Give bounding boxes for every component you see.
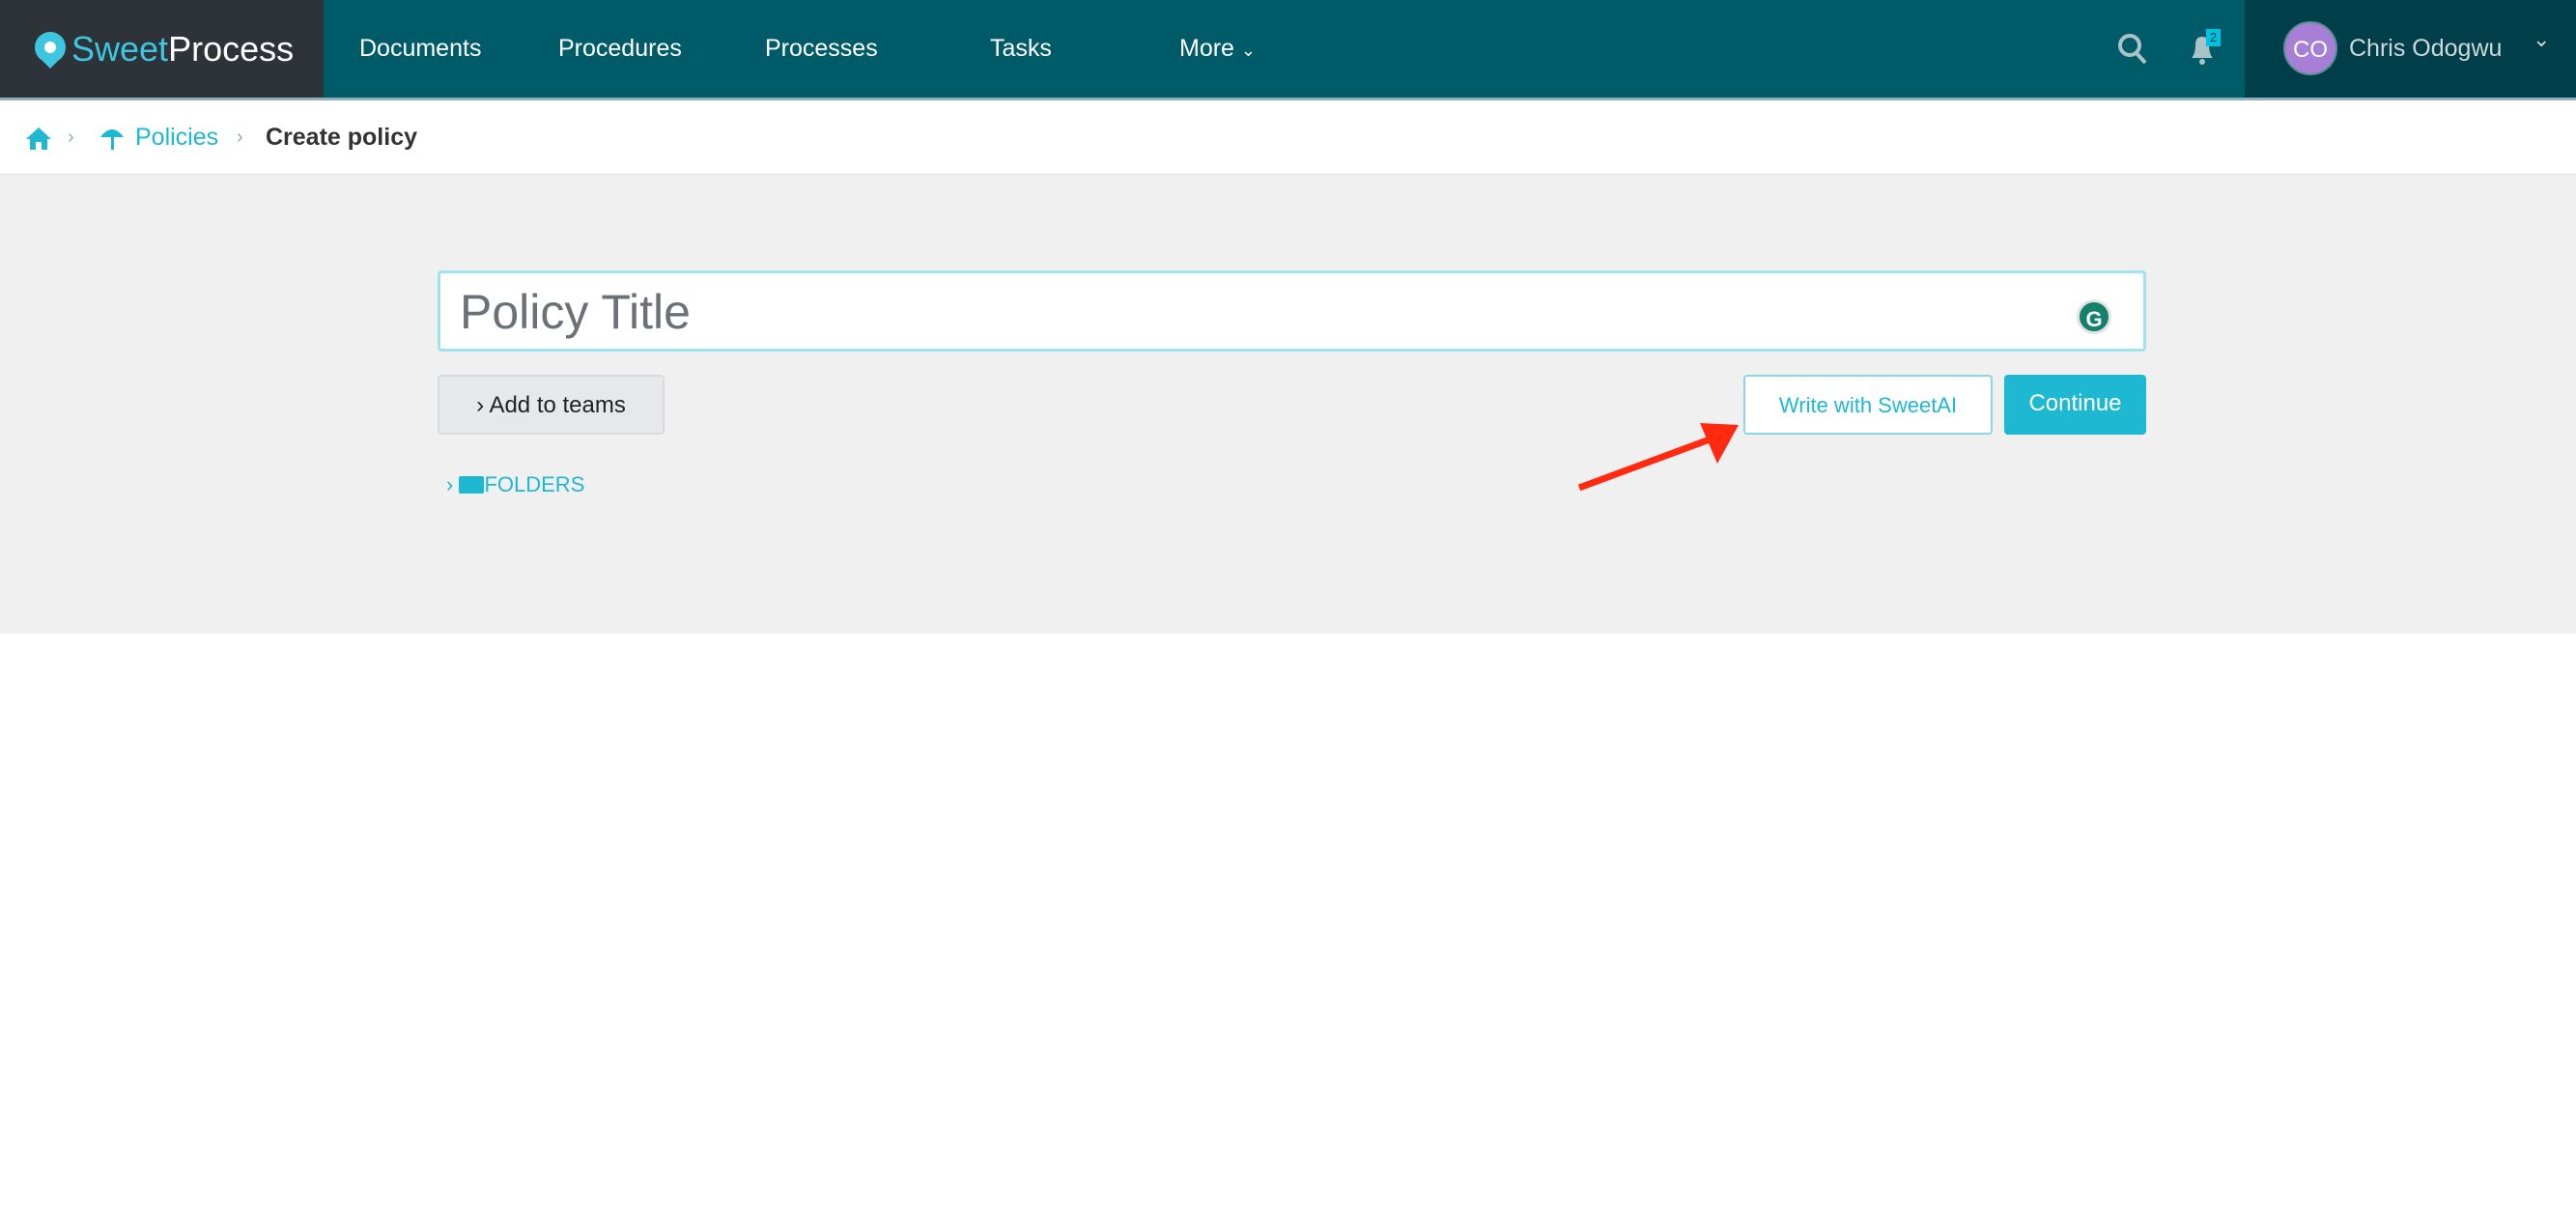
logo-text-process: Process <box>168 28 295 69</box>
folders-label: FOLDERS <box>484 472 585 496</box>
chevron-down-icon: ⌄ <box>1240 41 1257 60</box>
nav-documents[interactable]: Documents <box>359 0 481 98</box>
chevron-right-icon: › <box>476 392 485 418</box>
grammarly-icon[interactable]: G <box>2077 299 2111 334</box>
continue-button[interactable]: Continue <box>2004 375 2146 435</box>
folder-icon <box>459 476 485 494</box>
nav-more-label: More <box>1179 35 1234 62</box>
breadcrumb-separator: › <box>68 127 74 148</box>
user-name[interactable]: Chris Odogwu <box>2349 0 2502 98</box>
nav-procedures[interactable]: Procedures <box>558 0 682 98</box>
policy-title-placeholder: Policy Title <box>460 285 691 339</box>
umbrella-icon <box>100 129 124 150</box>
policy-title-input[interactable]: Policy Title <box>438 270 2146 352</box>
breadcrumb-separator: › <box>237 127 243 148</box>
notification-badge: 2 <box>2206 29 2221 46</box>
breadcrumb-policies[interactable]: Policies <box>135 100 218 174</box>
avatar[interactable]: CO <box>2283 21 2337 75</box>
nav-processes[interactable]: Processes <box>765 0 878 98</box>
home-icon[interactable] <box>24 126 53 151</box>
top-navbar: Sweet Process Documents Procedures Proces… <box>0 0 2576 100</box>
chevron-down-icon[interactable]: ⌄ <box>2533 27 2550 52</box>
nav-more[interactable]: More ⌄ <box>1179 0 1256 98</box>
add-to-teams-button[interactable]: › Add to teams <box>438 375 665 435</box>
logo-icon <box>35 31 66 69</box>
logo-text-sweet: Sweet <box>71 28 169 69</box>
chevron-right-icon: › <box>446 472 454 496</box>
sweetprocess-logo[interactable]: Sweet Process <box>0 0 324 98</box>
create-policy-panel <box>0 174 2576 634</box>
search-icon[interactable] <box>2117 33 2148 66</box>
folders-toggle[interactable]: › FOLDERS <box>446 470 584 499</box>
add-to-teams-label: Add to teams <box>489 392 626 418</box>
breadcrumb-current: Create policy <box>266 124 418 151</box>
nav-tasks[interactable]: Tasks <box>990 0 1052 98</box>
annotation-arrow-icon <box>1577 423 1739 492</box>
write-with-sweetai-button[interactable]: Write with SweetAI <box>1743 375 1993 435</box>
